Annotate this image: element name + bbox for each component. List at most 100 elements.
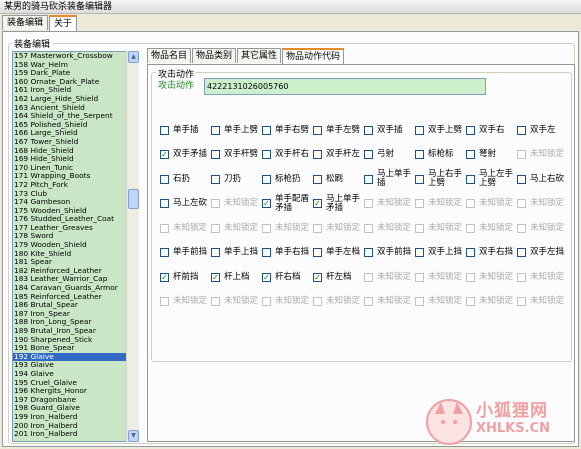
checkbox-checked-icon[interactable] <box>262 272 271 282</box>
attack-checkbox: 未知锁定 <box>517 265 568 290</box>
attack-code-input[interactable]: 4222131026005760 <box>204 78 486 95</box>
equipment-group-label: 装备编辑 <box>12 37 53 50</box>
attack-checkbox[interactable]: 马上右砍 <box>517 167 568 192</box>
checkbox-icon[interactable] <box>211 125 220 135</box>
item-list[interactable]: 157 Masterwork_Crossbow 158 War_Helm 159 D… <box>12 51 139 442</box>
attack-checkbox[interactable]: 双手上挡 <box>415 241 466 266</box>
attack-checkbox[interactable]: 双手上劈 <box>415 118 466 143</box>
attack-checkbox[interactable]: 马上右手上劈 <box>415 167 466 192</box>
attack-checkbox[interactable]: 单手上劈 <box>211 118 262 143</box>
attack-checkbox[interactable]: 单手上挡 <box>211 241 262 266</box>
checkbox-icon[interactable] <box>211 174 220 184</box>
tab-about[interactable]: 关于 <box>49 15 78 31</box>
tab-other-attributes[interactable]: 其它属性 <box>237 48 282 63</box>
checkbox-icon[interactable] <box>517 174 526 184</box>
checkbox-icon[interactable] <box>160 248 169 258</box>
attack-checkbox[interactable]: 石扔 <box>160 167 211 192</box>
checkbox-icon[interactable] <box>160 199 169 209</box>
checkbox-label: 未知锁定 <box>479 271 514 282</box>
checkbox-icon[interactable] <box>211 150 220 160</box>
checkbox-icon[interactable] <box>415 150 424 160</box>
checkbox-icon[interactable] <box>517 248 526 258</box>
attack-checkbox[interactable]: 标枪标 <box>415 143 466 168</box>
checkbox-icon <box>313 223 322 233</box>
top-tab-bar: 装备编辑 关于 <box>2 15 78 31</box>
attack-checkbox[interactable]: 马上左手上劈 <box>466 167 517 192</box>
checkbox-icon[interactable] <box>466 125 475 135</box>
checkbox-icon[interactable] <box>364 125 373 135</box>
attack-checkbox[interactable]: 标枪扔 <box>262 167 313 192</box>
checkbox-icon[interactable] <box>415 248 424 258</box>
attack-checkbox[interactable]: 单手配盾矛插 <box>262 192 313 217</box>
attack-checkbox[interactable]: 杆上档 <box>211 265 262 290</box>
attack-checkbox[interactable]: 双手矛插 <box>160 143 211 168</box>
attack-checkbox-grid: 单手插 单手上劈 单手右劈 单手左劈 双手插 双手上劈 双手右 双手左双手矛插 双手杆劈 双手杆右… <box>160 118 568 314</box>
scroll-thumb[interactable] <box>128 189 139 209</box>
checkbox-icon[interactable] <box>466 174 475 184</box>
attack-checkbox[interactable]: 马上单手矛插 <box>313 192 364 217</box>
checkbox-checked-icon[interactable] <box>211 272 220 282</box>
checkbox-label: 未知锁定 <box>326 296 361 307</box>
checkbox-icon[interactable] <box>364 150 373 160</box>
attack-checkbox[interactable]: 弩射 <box>466 143 517 168</box>
attack-checkbox[interactable]: 单手右劈 <box>262 118 313 143</box>
scroll-up-icon[interactable]: ▲ <box>128 51 139 63</box>
attack-checkbox[interactable]: 双手杆左 <box>313 143 364 168</box>
checkbox-icon[interactable] <box>364 248 373 258</box>
tab-item-name[interactable]: 物品名目 <box>147 48 192 63</box>
attack-checkbox[interactable]: 双手杆劈 <box>211 143 262 168</box>
attack-checkbox[interactable]: 双手左挡 <box>517 241 568 266</box>
attack-checkbox[interactable]: 马上单手插 <box>364 167 415 192</box>
attack-checkbox[interactable]: 杆右档 <box>262 265 313 290</box>
attack-checkbox[interactable]: 单手前挡 <box>160 241 211 266</box>
attack-checkbox: 未知锁定 <box>364 290 415 315</box>
tab-action-code[interactable]: 物品动作代码 <box>282 48 345 64</box>
attack-checkbox: 未知锁定 <box>466 265 517 290</box>
attack-checkbox[interactable]: 双手左 <box>517 118 568 143</box>
attack-checkbox[interactable]: 单手左档 <box>313 241 364 266</box>
attack-checkbox[interactable]: 刀扔 <box>211 167 262 192</box>
checkbox-icon[interactable] <box>313 174 322 184</box>
checkbox-icon[interactable] <box>262 150 271 160</box>
checkbox-icon[interactable] <box>415 125 424 135</box>
tab-item-category[interactable]: 物品类别 <box>192 48 237 63</box>
checkbox-icon <box>466 223 475 233</box>
checkbox-checked-icon[interactable] <box>262 199 271 209</box>
attack-checkbox[interactable]: 单手插 <box>160 118 211 143</box>
attack-checkbox[interactable]: 单手左劈 <box>313 118 364 143</box>
checkbox-checked-icon[interactable] <box>313 199 322 209</box>
attack-checkbox[interactable]: 双手右 <box>466 118 517 143</box>
attack-checkbox[interactable]: 双手前挡 <box>364 241 415 266</box>
tab-equipment-edit[interactable]: 装备编辑 <box>2 15 49 30</box>
checkbox-icon[interactable] <box>160 125 169 135</box>
attack-checkbox: 未知锁定 <box>364 265 415 290</box>
checkbox-icon[interactable] <box>466 248 475 258</box>
checkbox-icon[interactable] <box>262 174 271 184</box>
attack-checkbox[interactable]: 杆左档 <box>313 265 364 290</box>
attack-checkbox[interactable]: 杆前挡 <box>160 265 211 290</box>
checkbox-icon[interactable] <box>313 150 322 160</box>
checkbox-icon[interactable] <box>364 174 373 184</box>
checkbox-icon[interactable] <box>262 248 271 258</box>
attack-checkbox[interactable]: 双手右挡 <box>466 241 517 266</box>
checkbox-icon[interactable] <box>415 174 424 184</box>
attack-checkbox[interactable]: 双手插 <box>364 118 415 143</box>
checkbox-icon[interactable] <box>313 248 322 258</box>
attack-checkbox[interactable]: 弓射 <box>364 143 415 168</box>
checkbox-icon[interactable] <box>211 248 220 258</box>
scroll-down-icon[interactable]: ▼ <box>128 430 139 442</box>
checkbox-icon[interactable] <box>160 174 169 184</box>
checkbox-icon[interactable] <box>313 125 322 135</box>
attack-checkbox[interactable]: 双手杆右 <box>262 143 313 168</box>
list-item[interactable]: 201 Iron_Halberd <box>13 430 138 439</box>
checkbox-checked-icon[interactable] <box>160 272 169 282</box>
attack-checkbox[interactable]: 马上左砍 <box>160 192 211 217</box>
checkbox-icon[interactable] <box>517 125 526 135</box>
item-list-scrollbar[interactable]: ▲ ▼ <box>126 51 139 442</box>
attack-checkbox[interactable]: 松刷 <box>313 167 364 192</box>
checkbox-checked-icon[interactable] <box>313 272 322 282</box>
checkbox-icon[interactable] <box>262 125 271 135</box>
attack-checkbox[interactable]: 单手右挡 <box>262 241 313 266</box>
checkbox-checked-icon[interactable] <box>160 150 169 160</box>
checkbox-icon[interactable] <box>466 150 475 160</box>
